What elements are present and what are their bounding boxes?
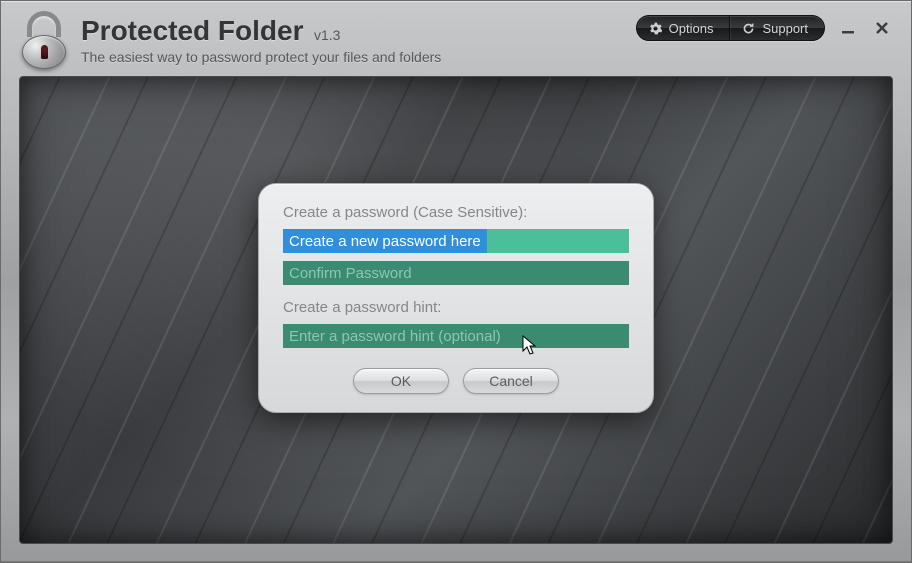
top-controls: Options Support <box>636 15 893 41</box>
close-button[interactable] <box>871 17 893 39</box>
new-password-input[interactable] <box>283 229 629 253</box>
app-title: Protected Folder <box>81 15 303 47</box>
pill-button-group: Options Support <box>636 15 825 41</box>
app-window: Protected Folder v1.3 The easiest way to… <box>0 0 912 563</box>
options-button[interactable]: Options <box>637 16 731 40</box>
minimize-button[interactable] <box>837 17 859 39</box>
create-password-dialog: Create a password (Case Sensitive): Crea… <box>258 183 654 413</box>
cancel-button[interactable]: Cancel <box>463 368 559 394</box>
titlebar: Protected Folder v1.3 The easiest way to… <box>1 1 911 76</box>
content-area: Create a password (Case Sensitive): Crea… <box>19 76 893 544</box>
support-label: Support <box>762 21 808 36</box>
confirm-password-input[interactable] <box>283 261 629 285</box>
ok-button[interactable]: OK <box>353 368 449 394</box>
options-label: Options <box>669 21 714 36</box>
refresh-icon <box>742 22 755 35</box>
password-hint-label: Create a password hint: <box>283 299 629 316</box>
password-hint-input[interactable] <box>283 324 629 348</box>
create-password-label: Create a password (Case Sensitive): <box>283 204 629 221</box>
dialog-button-row: OK Cancel <box>283 368 629 394</box>
support-button[interactable]: Support <box>730 16 824 40</box>
app-tagline: The easiest way to password protect your… <box>81 49 893 65</box>
app-version: v1.3 <box>314 27 340 43</box>
lock-icon <box>19 11 69 71</box>
gear-icon <box>649 22 662 35</box>
